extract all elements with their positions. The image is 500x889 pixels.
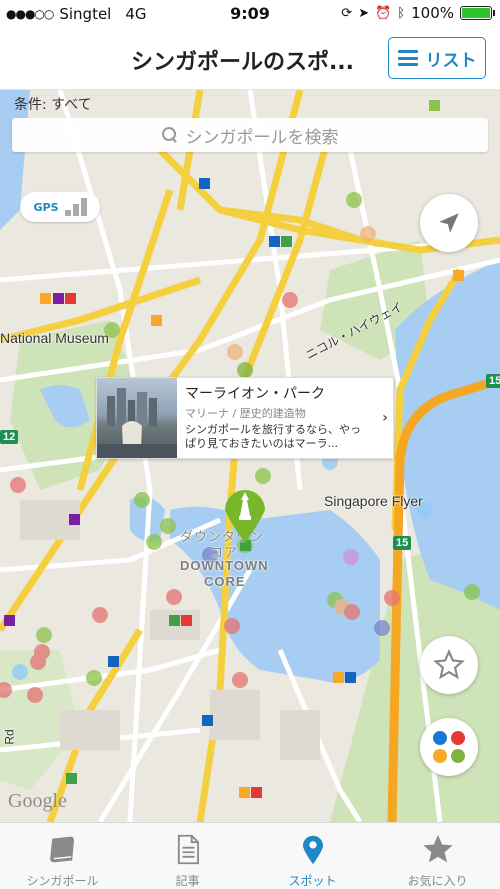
favorite-button[interactable] <box>420 636 478 694</box>
battery-percent: 100% <box>411 4 454 22</box>
filter-condition: 条件: すべて <box>14 97 92 113</box>
document-icon <box>177 834 199 865</box>
spot-category: マリーナ / 歴史的建造物 <box>185 407 306 420</box>
gps-label: GPS <box>33 200 59 214</box>
spot-description: シンガポールを旅行するなら、やっぱり見ておきたいのはマーラ... <box>185 423 361 451</box>
category-dots-icon <box>433 731 465 763</box>
spot-info-popup[interactable]: マーライオン・パーク マリーナ / 歴史的建造物 シンガポールを旅行するなら、や… <box>96 377 394 459</box>
list-button[interactable]: リスト <box>388 37 486 79</box>
battery-icon <box>460 6 495 20</box>
list-button-label: リスト <box>425 50 477 71</box>
gps-indicator: GPS <box>20 192 100 222</box>
location-arrow-icon <box>439 213 459 233</box>
status-bar: ●●●○○ Singtel 4G 9:09 ⟳ ➤ ⏰ ᛒ 100% <box>0 0 500 28</box>
rotation-lock-icon: ⟳ <box>341 5 353 21</box>
map-label-downtown-core: DOWNTOWN <box>180 558 269 573</box>
gps-signal-icon <box>64 198 87 216</box>
tab-articles[interactable]: 記事 <box>125 823 250 889</box>
tab-spots[interactable]: スポット <box>250 823 375 889</box>
google-logo: Google <box>8 790 67 812</box>
tab-label: お気に入り <box>407 874 468 888</box>
star-icon <box>422 834 453 863</box>
search-icon <box>161 127 178 143</box>
highway-shield: 15 <box>393 536 412 550</box>
tab-label: スポット <box>288 874 337 888</box>
tab-singapore[interactable]: シンガポール <box>0 823 125 889</box>
alarm-icon: ⏰ <box>375 5 392 21</box>
map-view[interactable]: 条件: すべて シンガポールを検索 GPS National Museum Si… <box>0 90 500 822</box>
tab-favorites[interactable]: お気に入り <box>375 823 500 889</box>
nav-header: シンガポールのスポ... リスト <box>0 28 500 90</box>
hamburger-icon <box>397 50 418 66</box>
highway-shield: 15 <box>486 374 500 388</box>
category-filter-button[interactable] <box>420 718 478 776</box>
spot-thumbnail <box>97 378 177 458</box>
book-icon <box>49 836 74 863</box>
star-outline-icon <box>433 649 465 680</box>
tab-label: シンガポール <box>26 874 99 888</box>
chevron-right-icon: › <box>382 410 388 426</box>
highway-shield: 12 <box>0 430 19 444</box>
map-label-road: Rd <box>2 729 17 745</box>
current-location-button[interactable] <box>420 194 478 252</box>
tab-bar: シンガポール 記事 スポット お気に入り <box>0 822 500 889</box>
selected-spot-pin[interactable] <box>222 482 268 544</box>
bluetooth-icon: ᛒ <box>397 5 406 21</box>
location-arrow-icon: ➤ <box>358 5 370 21</box>
map-label-downtown-core2: CORE <box>204 574 246 589</box>
spot-title: マーライオン・パーク <box>185 386 325 402</box>
search-placeholder: シンガポールを検索 <box>185 127 339 148</box>
search-input[interactable]: シンガポールを検索 <box>12 118 488 152</box>
map-pin-icon <box>302 835 323 865</box>
map-label-singapore-flyer: Singapore Flyer <box>324 493 423 509</box>
map-label-national-museum: National Museum <box>0 330 109 346</box>
tab-label: 記事 <box>175 874 200 888</box>
